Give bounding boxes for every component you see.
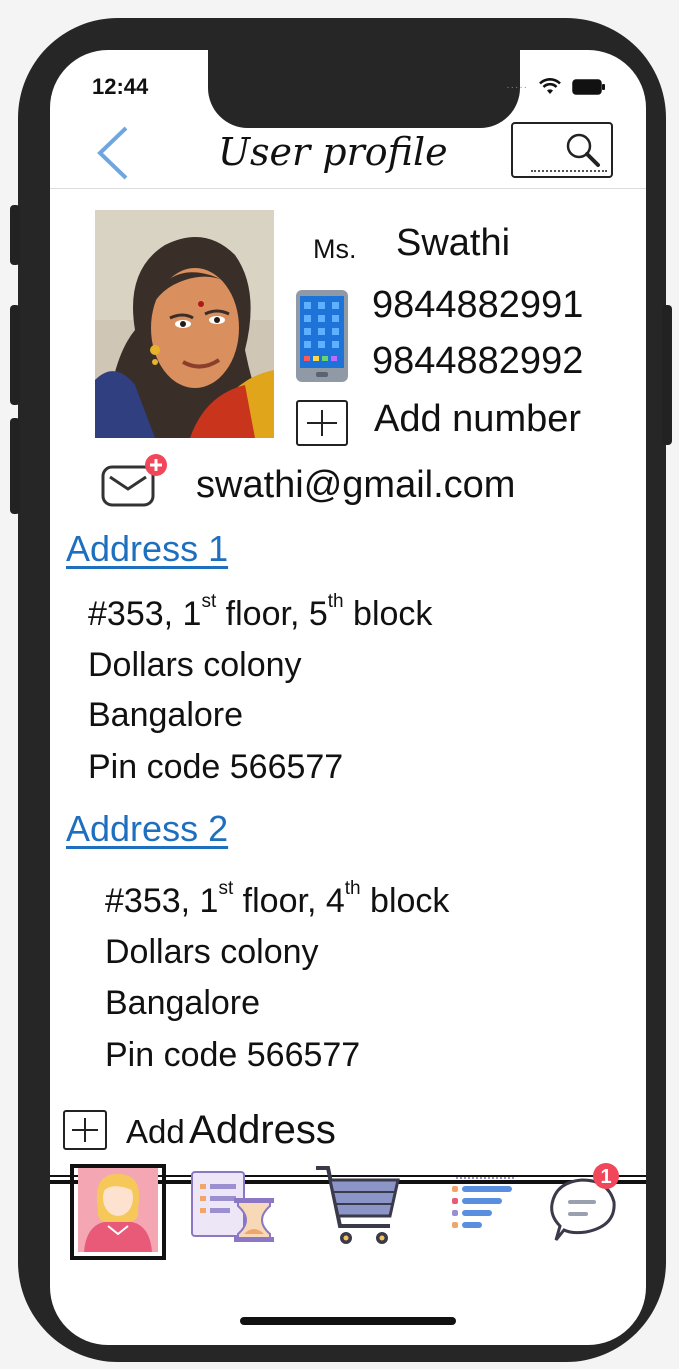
profile-photo[interactable] bbox=[95, 210, 274, 438]
mobile-phone-icon bbox=[296, 290, 348, 382]
wifi-icon bbox=[539, 78, 561, 94]
email-icon bbox=[101, 454, 167, 507]
page-title: User profile bbox=[218, 130, 448, 174]
address-2-line-3: Bangalore bbox=[105, 984, 261, 1022]
name-prefix: Ms. bbox=[313, 234, 357, 264]
address-1-line-1: #353, 1st floor, 5th block bbox=[88, 591, 433, 633]
add-address-icon[interactable] bbox=[63, 1110, 107, 1150]
address-1-line-3: Bangalore bbox=[88, 696, 244, 734]
phone-number-2[interactable]: 9844882992 bbox=[372, 340, 583, 383]
power-button bbox=[662, 305, 672, 445]
profile-icon[interactable] bbox=[78, 1168, 158, 1252]
signal-dots-icon: ····· bbox=[506, 81, 528, 93]
home-indicator[interactable] bbox=[240, 1317, 456, 1325]
address-1-link[interactable]: Address 1 bbox=[66, 528, 228, 570]
user-name: Swathi bbox=[396, 222, 511, 264]
notch bbox=[208, 50, 520, 128]
phone-number-1[interactable]: 9844882991 bbox=[372, 284, 583, 327]
address-1-line-2: Dollars colony bbox=[88, 646, 302, 684]
address-2-link[interactable]: Address 2 bbox=[66, 808, 228, 850]
chat-icon[interactable]: 1 bbox=[546, 1162, 626, 1246]
mute-switch bbox=[10, 205, 20, 265]
address-2-line-1: #353, 1st floor, 4th block bbox=[105, 878, 450, 920]
search-button[interactable] bbox=[511, 122, 613, 178]
back-arrow-icon[interactable] bbox=[94, 124, 130, 182]
list-filter-icon[interactable] bbox=[448, 1174, 518, 1244]
address-1-line-4: Pin code 566577 bbox=[88, 748, 344, 786]
battery-icon bbox=[572, 79, 605, 95]
search-icon bbox=[566, 133, 600, 167]
address-2-line-2: Dollars colony bbox=[105, 933, 319, 971]
search-input-line bbox=[531, 170, 607, 172]
address-2-line-4: Pin code 566577 bbox=[105, 1036, 361, 1074]
cart-icon[interactable] bbox=[312, 1160, 404, 1252]
chat-badge-count: 1 bbox=[600, 1166, 611, 1188]
phone-screen: 12:44 ····· User profile Ms. Swathi 9844… bbox=[50, 50, 646, 1345]
app-header: User profile bbox=[50, 120, 646, 189]
order-history-icon[interactable] bbox=[188, 1168, 276, 1252]
status-icons: ····· bbox=[506, 78, 606, 96]
volume-up-button bbox=[10, 305, 20, 405]
add-number-label[interactable]: Add number bbox=[374, 398, 581, 441]
add-number-icon[interactable] bbox=[296, 400, 348, 446]
email-address[interactable]: swathi@gmail.com bbox=[196, 464, 515, 507]
add-address-label[interactable]: Add Address bbox=[126, 1108, 336, 1153]
volume-down-button bbox=[10, 418, 20, 514]
status-time: 12:44 bbox=[92, 74, 149, 99]
